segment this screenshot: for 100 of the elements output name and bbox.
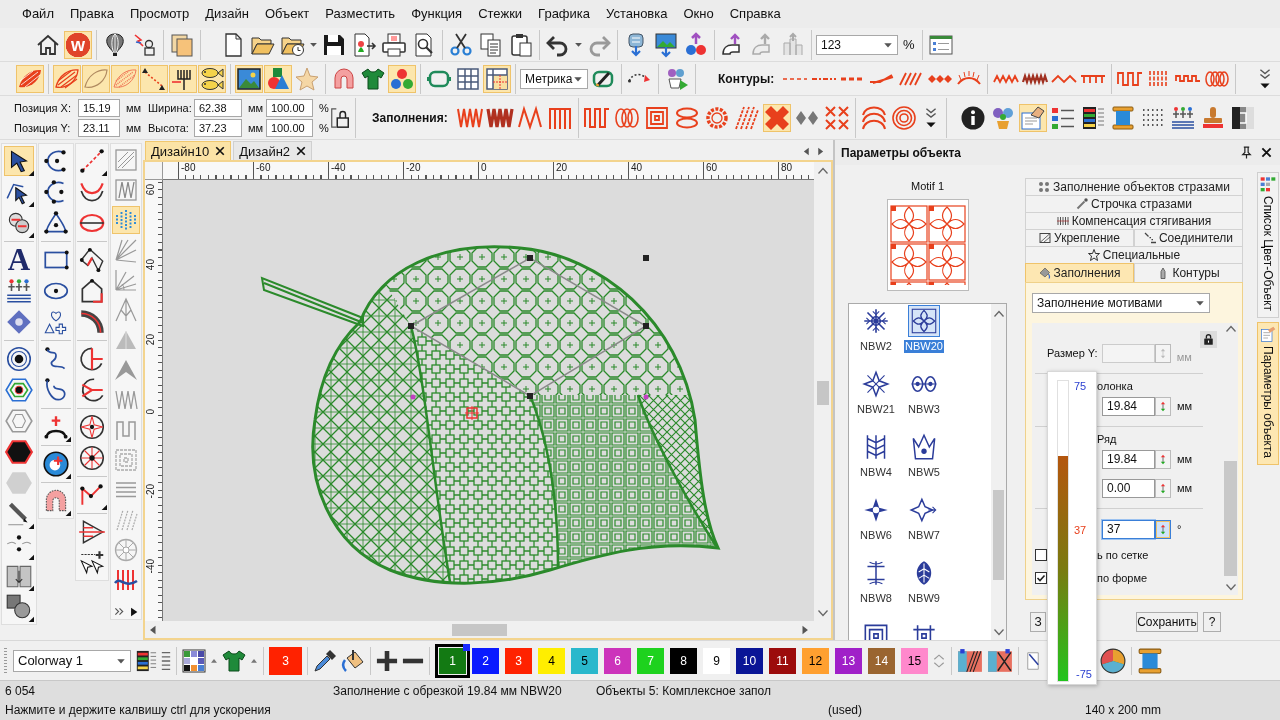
close-icon[interactable] — [1261, 147, 1272, 158]
menu-item[interactable]: Установка — [598, 4, 676, 24]
caret-icon[interactable] — [1195, 298, 1205, 308]
menu-item[interactable]: Функция — [403, 4, 471, 24]
checkbox[interactable] — [1035, 549, 1047, 561]
paint-bucket-icon[interactable] — [341, 648, 365, 673]
color-swatch[interactable]: 3 — [505, 647, 532, 674]
angle-field[interactable]: 37 — [1102, 519, 1155, 539]
scroll-down-icon[interactable] — [1224, 581, 1237, 593]
document-tab[interactable]: Дизайн2 — [233, 141, 313, 160]
motif-item[interactable]: NBW20 — [900, 305, 948, 368]
motif-item[interactable]: NBW8 — [852, 557, 900, 620]
scroll-down-icon[interactable] — [816, 607, 829, 619]
landscape-picture-icon[interactable] — [235, 64, 263, 93]
motif-item[interactable]: NBW21 — [852, 368, 900, 431]
double-chevron-icon[interactable] — [113, 606, 125, 617]
logo-button[interactable]: w — [64, 30, 92, 59]
selection-handle[interactable] — [643, 255, 649, 261]
leaf-stitch-icon[interactable] — [53, 64, 81, 93]
fish-pair-icon[interactable] — [198, 64, 226, 93]
position-x-field[interactable]: 15.19 — [78, 98, 120, 117]
caret-icon[interactable] — [309, 40, 318, 49]
scroll-right-icon[interactable] — [816, 147, 825, 156]
play-triangle-icon[interactable] — [128, 606, 139, 617]
blocks-shape-icon[interactable] — [4, 592, 34, 622]
scrollbar-thumb[interactable] — [1224, 461, 1237, 576]
zigzag-box-icon[interactable] — [112, 176, 140, 204]
star-circle-icon[interactable] — [77, 412, 107, 442]
motif-item[interactable]: NBW6 — [852, 494, 900, 557]
hexagon-target-icon[interactable] — [4, 375, 34, 405]
node-point[interactable] — [643, 394, 649, 400]
color-swatch[interactable]: 11 — [769, 647, 796, 674]
shapes-icon[interactable] — [264, 64, 292, 93]
motif-item[interactable]: NBW3 — [900, 368, 948, 431]
color-swatch[interactable]: 15 — [901, 647, 928, 674]
menu-item[interactable]: Дизайн — [197, 4, 257, 24]
menu-item[interactable]: Просмотр — [121, 4, 198, 24]
width-percent-field[interactable]: 100.00 — [266, 98, 313, 117]
center-marker-icon[interactable] — [464, 405, 480, 421]
caret-icon[interactable] — [574, 40, 583, 49]
motif-item[interactable]: NBW2 — [852, 305, 900, 368]
menu-item[interactable]: Стежки — [470, 4, 531, 24]
units-dropdown[interactable]: Метрика — [520, 68, 588, 89]
menu-item[interactable]: Графика — [530, 4, 599, 24]
scrollbar-thumb[interactable] — [452, 623, 507, 636]
color-swatch[interactable]: 8 — [670, 647, 697, 674]
current-color-swatch[interactable]: 3 — [269, 646, 302, 675]
side-tab[interactable]: Список Цвет-Объект — [1257, 172, 1279, 318]
position-y-field[interactable]: 23.11 — [78, 118, 120, 137]
color-swatch[interactable]: 12 — [802, 647, 829, 674]
height-field[interactable]: 37.23 — [194, 118, 242, 137]
height-percent-field[interactable]: 100.00 — [266, 118, 313, 137]
motif-item[interactable]: NBW4 — [852, 431, 900, 494]
panel-tab[interactable]: Строчка стразами — [1025, 195, 1243, 212]
angle-slider-track[interactable] — [1057, 380, 1069, 682]
cross-grid-icon[interactable] — [822, 103, 851, 132]
offset-field[interactable]: 0.00 — [1102, 478, 1155, 498]
close-icon[interactable] — [296, 146, 307, 156]
selection-handle[interactable] — [643, 323, 649, 329]
panel-tab[interactable]: Компенсация стягивания — [1025, 212, 1243, 229]
line-node-icon[interactable] — [77, 146, 107, 176]
color-grid-icon[interactable] — [182, 648, 206, 673]
colored-balls-icon[interactable] — [388, 64, 416, 93]
motif-item[interactable]: NBW7 — [900, 494, 948, 557]
trident-icon[interactable] — [169, 64, 197, 93]
thread-cross-icon[interactable] — [987, 647, 1013, 674]
color-swatch[interactable]: 10 — [736, 647, 763, 674]
picture-download-icon[interactable] — [652, 30, 680, 59]
scroll-left-icon[interactable] — [148, 624, 158, 635]
color-swatch[interactable]: 13 — [835, 647, 862, 674]
color-swatch[interactable]: 9 — [703, 647, 730, 674]
document-tab[interactable]: Дизайн10 — [145, 141, 232, 160]
menu-item[interactable]: Разместить — [317, 4, 404, 24]
text-tool-button[interactable]: A — [4, 245, 34, 275]
diamond-grid-icon[interactable] — [762, 103, 791, 132]
menu-item[interactable]: Справка — [721, 4, 789, 24]
plus-icon[interactable] — [376, 649, 398, 672]
scroll-right-icon[interactable] — [800, 624, 810, 635]
leaf-outline-icon[interactable] — [82, 64, 110, 93]
color-bars-icon[interactable] — [135, 649, 157, 672]
document-partial-icon[interactable] — [1024, 651, 1042, 670]
spool-icon[interactable] — [1137, 647, 1163, 674]
scroll-down-icon[interactable] — [992, 626, 1005, 638]
lines-stack-icon[interactable] — [161, 650, 171, 671]
color-swatch[interactable]: 4 — [538, 647, 565, 674]
help-button[interactable]: ? — [1203, 612, 1221, 632]
motif-item[interactable]: NBW9 — [900, 557, 948, 620]
checkbox[interactable] — [1035, 572, 1047, 584]
selection-handle[interactable] — [527, 255, 533, 261]
column-dots-icon[interactable] — [112, 206, 140, 234]
selection-handle[interactable] — [527, 393, 533, 399]
aspect-lock-icon[interactable] — [329, 106, 351, 129]
circle-cutout-icon[interactable] — [41, 449, 71, 479]
spoke-wheel-icon[interactable] — [77, 443, 107, 473]
segmented-circle-icon[interactable] — [1100, 647, 1126, 674]
grid-dashed-icon[interactable] — [483, 64, 511, 93]
panel-tab[interactable]: Специальные — [1025, 246, 1243, 263]
colorway-dropdown[interactable]: Colorway 1 — [13, 649, 131, 672]
scroll-left-icon[interactable] — [802, 147, 811, 156]
column-spacing-field[interactable]: 19.84 — [1102, 396, 1155, 416]
